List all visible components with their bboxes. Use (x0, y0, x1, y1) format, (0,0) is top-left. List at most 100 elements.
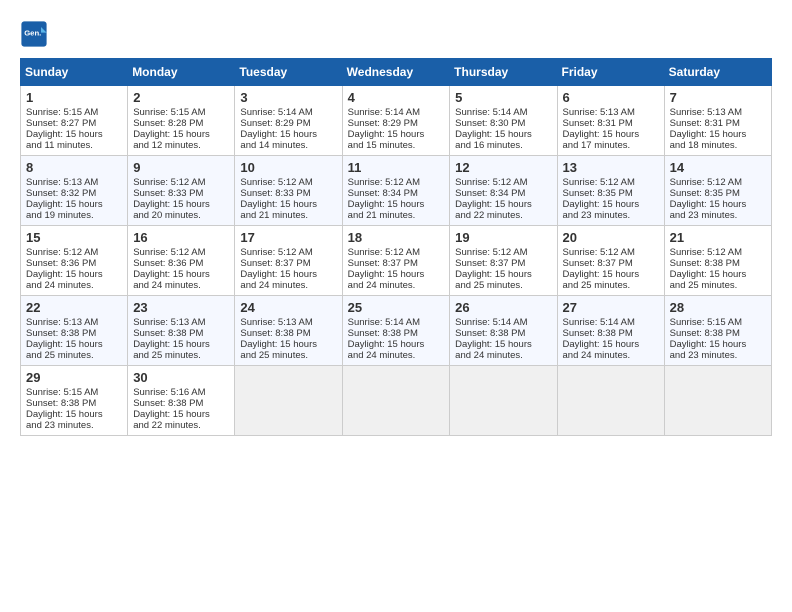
sunset-info: Sunset: 8:38 PM (455, 328, 525, 339)
daylight-minutes: and 25 minutes. (133, 350, 201, 361)
daylight-minutes: and 25 minutes. (670, 280, 738, 291)
daylight-minutes: and 23 minutes. (563, 210, 631, 221)
calendar-cell: 7 Sunrise: 5:13 AM Sunset: 8:31 PM Dayli… (664, 86, 771, 156)
day-number: 11 (348, 160, 445, 175)
calendar-cell: 12 Sunrise: 5:12 AM Sunset: 8:34 PM Dayl… (450, 156, 557, 226)
day-number: 14 (670, 160, 766, 175)
calendar-cell: 27 Sunrise: 5:14 AM Sunset: 8:38 PM Dayl… (557, 296, 664, 366)
daylight-label: Daylight: 15 hours (133, 409, 210, 420)
day-number: 2 (133, 90, 229, 105)
daylight-label: Daylight: 15 hours (26, 199, 103, 210)
calendar-cell: 10 Sunrise: 5:12 AM Sunset: 8:33 PM Dayl… (235, 156, 342, 226)
daylight-label: Daylight: 15 hours (240, 269, 317, 280)
day-number: 15 (26, 230, 122, 245)
column-header-sunday: Sunday (21, 59, 128, 86)
sunrise-info: Sunrise: 5:13 AM (240, 317, 312, 328)
sunrise-info: Sunrise: 5:12 AM (348, 247, 420, 258)
daylight-label: Daylight: 15 hours (348, 199, 425, 210)
sunset-info: Sunset: 8:38 PM (133, 328, 203, 339)
calendar-cell (450, 366, 557, 436)
day-number: 19 (455, 230, 551, 245)
daylight-minutes: and 12 minutes. (133, 140, 201, 151)
day-number: 7 (670, 90, 766, 105)
sunset-info: Sunset: 8:35 PM (670, 188, 740, 199)
sunrise-info: Sunrise: 5:15 AM (670, 317, 742, 328)
sunset-info: Sunset: 8:30 PM (455, 118, 525, 129)
calendar-cell: 20 Sunrise: 5:12 AM Sunset: 8:37 PM Dayl… (557, 226, 664, 296)
sunrise-info: Sunrise: 5:14 AM (455, 317, 527, 328)
daylight-label: Daylight: 15 hours (26, 409, 103, 420)
sunset-info: Sunset: 8:36 PM (133, 258, 203, 269)
calendar-week-row: 1 Sunrise: 5:15 AM Sunset: 8:27 PM Dayli… (21, 86, 772, 156)
daylight-minutes: and 19 minutes. (26, 210, 94, 221)
daylight-label: Daylight: 15 hours (563, 199, 640, 210)
calendar-week-row: 8 Sunrise: 5:13 AM Sunset: 8:32 PM Dayli… (21, 156, 772, 226)
daylight-minutes: and 24 minutes. (563, 350, 631, 361)
daylight-minutes: and 24 minutes. (455, 350, 523, 361)
daylight-label: Daylight: 15 hours (670, 129, 747, 140)
daylight-minutes: and 25 minutes. (455, 280, 523, 291)
calendar-cell: 9 Sunrise: 5:12 AM Sunset: 8:33 PM Dayli… (128, 156, 235, 226)
daylight-label: Daylight: 15 hours (670, 199, 747, 210)
calendar-cell (342, 366, 450, 436)
column-header-tuesday: Tuesday (235, 59, 342, 86)
day-number: 25 (348, 300, 445, 315)
daylight-label: Daylight: 15 hours (563, 339, 640, 350)
daylight-label: Daylight: 15 hours (670, 269, 747, 280)
daylight-minutes: and 11 minutes. (26, 140, 93, 151)
sunset-info: Sunset: 8:37 PM (348, 258, 418, 269)
daylight-minutes: and 24 minutes. (348, 350, 416, 361)
calendar-cell: 11 Sunrise: 5:12 AM Sunset: 8:34 PM Dayl… (342, 156, 450, 226)
sunrise-info: Sunrise: 5:12 AM (240, 247, 312, 258)
sunrise-info: Sunrise: 5:15 AM (26, 387, 98, 398)
day-number: 29 (26, 370, 122, 385)
daylight-label: Daylight: 15 hours (455, 269, 532, 280)
sunrise-info: Sunrise: 5:12 AM (455, 177, 527, 188)
daylight-minutes: and 21 minutes. (348, 210, 416, 221)
calendar-cell: 14 Sunrise: 5:12 AM Sunset: 8:35 PM Dayl… (664, 156, 771, 226)
sunrise-info: Sunrise: 5:12 AM (133, 177, 205, 188)
day-number: 18 (348, 230, 445, 245)
sunrise-info: Sunrise: 5:16 AM (133, 387, 205, 398)
sunrise-info: Sunrise: 5:12 AM (133, 247, 205, 258)
svg-text:Gen.: Gen. (24, 28, 41, 37)
daylight-label: Daylight: 15 hours (240, 129, 317, 140)
daylight-label: Daylight: 15 hours (563, 129, 640, 140)
sunrise-info: Sunrise: 5:15 AM (26, 107, 98, 118)
daylight-minutes: and 20 minutes. (133, 210, 201, 221)
sunset-info: Sunset: 8:29 PM (240, 118, 310, 129)
sunset-info: Sunset: 8:38 PM (26, 398, 96, 409)
sunset-info: Sunset: 8:38 PM (240, 328, 310, 339)
sunset-info: Sunset: 8:35 PM (563, 188, 633, 199)
daylight-minutes: and 24 minutes. (133, 280, 201, 291)
calendar-cell: 18 Sunrise: 5:12 AM Sunset: 8:37 PM Dayl… (342, 226, 450, 296)
sunset-info: Sunset: 8:36 PM (26, 258, 96, 269)
sunset-info: Sunset: 8:31 PM (670, 118, 740, 129)
sunrise-info: Sunrise: 5:12 AM (670, 177, 742, 188)
daylight-minutes: and 17 minutes. (563, 140, 631, 151)
sunrise-info: Sunrise: 5:12 AM (563, 177, 635, 188)
sunset-info: Sunset: 8:34 PM (455, 188, 525, 199)
sunset-info: Sunset: 8:37 PM (240, 258, 310, 269)
calendar-cell: 3 Sunrise: 5:14 AM Sunset: 8:29 PM Dayli… (235, 86, 342, 156)
daylight-label: Daylight: 15 hours (26, 269, 103, 280)
sunset-info: Sunset: 8:37 PM (563, 258, 633, 269)
sunset-info: Sunset: 8:27 PM (26, 118, 96, 129)
calendar-cell: 13 Sunrise: 5:12 AM Sunset: 8:35 PM Dayl… (557, 156, 664, 226)
sunrise-info: Sunrise: 5:14 AM (348, 317, 420, 328)
calendar-cell: 21 Sunrise: 5:12 AM Sunset: 8:38 PM Dayl… (664, 226, 771, 296)
column-header-saturday: Saturday (664, 59, 771, 86)
calendar-cell: 1 Sunrise: 5:15 AM Sunset: 8:27 PM Dayli… (21, 86, 128, 156)
calendar-cell: 15 Sunrise: 5:12 AM Sunset: 8:36 PM Dayl… (21, 226, 128, 296)
daylight-label: Daylight: 15 hours (26, 129, 103, 140)
daylight-label: Daylight: 15 hours (348, 129, 425, 140)
sunrise-info: Sunrise: 5:13 AM (670, 107, 742, 118)
day-number: 26 (455, 300, 551, 315)
calendar-cell: 23 Sunrise: 5:13 AM Sunset: 8:38 PM Dayl… (128, 296, 235, 366)
sunset-info: Sunset: 8:38 PM (563, 328, 633, 339)
sunset-info: Sunset: 8:38 PM (670, 258, 740, 269)
daylight-minutes: and 23 minutes. (670, 350, 738, 361)
daylight-minutes: and 25 minutes. (26, 350, 94, 361)
daylight-minutes: and 24 minutes. (240, 280, 308, 291)
sunset-info: Sunset: 8:29 PM (348, 118, 418, 129)
